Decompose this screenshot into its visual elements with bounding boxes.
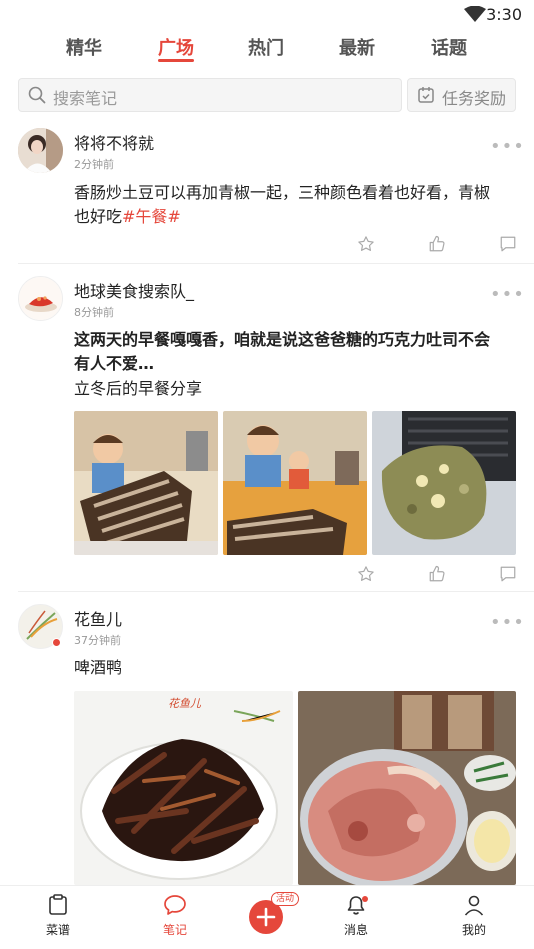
- more-options-icon[interactable]: •••: [490, 136, 525, 157]
- tab-featured[interactable]: 精华: [66, 34, 102, 60]
- star-icon[interactable]: [357, 235, 375, 253]
- notification-dot: [362, 896, 368, 902]
- active-tab-indicator: [158, 59, 194, 62]
- chat-bubble-icon: [164, 895, 186, 915]
- post-actions: [0, 565, 534, 585]
- nav-profile[interactable]: 我的: [444, 894, 504, 938]
- tab-hot[interactable]: 热门: [248, 34, 284, 60]
- photo-watermark: 花鱼儿: [168, 697, 201, 710]
- avatar[interactable]: [18, 276, 63, 321]
- tab-topics[interactable]: 话题: [431, 34, 467, 60]
- search-input[interactable]: 搜索笔记: [18, 78, 402, 112]
- post-photo[interactable]: [223, 411, 367, 555]
- bottom-nav: 菜谱 笔记 活动 消息 我的: [0, 885, 534, 949]
- activity-badge: 活动: [271, 892, 300, 906]
- like-icon[interactable]: [428, 565, 446, 583]
- nav-recipes[interactable]: 菜谱: [28, 894, 88, 938]
- post-time: 37分钟前: [74, 634, 121, 647]
- post-card[interactable]: 将将不将就 2分钟前 ••• 香肠炒土豆可以再加青椒一起，三种颜色看着也好看，青…: [0, 126, 534, 264]
- status-bar: 3:30: [0, 0, 534, 30]
- post-username[interactable]: 地球美食搜索队_: [74, 278, 194, 302]
- task-reward-label: 任务奖励: [442, 89, 507, 108]
- post-photo[interactable]: 花鱼儿: [74, 691, 293, 885]
- tab-square[interactable]: 广场: [158, 34, 194, 60]
- post-actions: [0, 235, 534, 255]
- post-card[interactable]: 花鱼儿 37分钟前 ••• 啤酒鸭 花鱼儿: [0, 592, 534, 885]
- comment-icon[interactable]: [499, 235, 517, 253]
- nav-label: 我的: [461, 923, 486, 937]
- post-time: 2分钟前: [74, 158, 114, 171]
- star-icon[interactable]: [357, 565, 375, 583]
- search-icon: [28, 86, 46, 104]
- post-photo[interactable]: [74, 411, 218, 555]
- post-text: 啤酒鸭: [74, 658, 123, 677]
- post-title: 这两天的早餐嘎嘎香，咱就是说这爸爸糖的巧克力吐司不会有人不爱…: [74, 330, 491, 373]
- status-time: 3:30: [486, 5, 522, 24]
- post-username[interactable]: 花鱼儿: [74, 606, 122, 630]
- clipboard-icon: [49, 894, 67, 915]
- nav-notes[interactable]: 笔记: [145, 894, 205, 938]
- top-tabs: 精华 广场 热门 最新 话题: [0, 32, 534, 66]
- post-text: 香肠炒土豆可以再加青椒一起，三种颜色看着也好看，青椒也好吃#午餐#: [74, 183, 491, 226]
- tab-latest[interactable]: 最新: [339, 34, 375, 60]
- nav-label: 笔记: [162, 923, 187, 937]
- person-icon: [464, 895, 484, 916]
- more-options-icon[interactable]: •••: [490, 284, 525, 305]
- post-text: 立冬后的早餐分享: [74, 379, 203, 398]
- nav-label: 菜谱: [45, 923, 70, 937]
- like-icon[interactable]: [428, 235, 446, 253]
- post-photo[interactable]: [298, 691, 516, 885]
- search-placeholder: 搜索笔记: [53, 89, 118, 108]
- calendar-icon: [418, 87, 434, 103]
- post-tag[interactable]: #午餐#: [122, 207, 181, 226]
- wifi-icon: [464, 6, 486, 22]
- post-photo[interactable]: [372, 411, 516, 555]
- more-options-icon[interactable]: •••: [490, 612, 525, 633]
- post-username[interactable]: 将将不将就: [74, 130, 154, 154]
- task-reward-button[interactable]: 任务奖励: [407, 78, 516, 112]
- avatar-badge: [52, 638, 61, 647]
- avatar[interactable]: [18, 128, 63, 173]
- post-time: 8分钟前: [74, 306, 114, 319]
- nav-messages[interactable]: 消息: [326, 894, 386, 938]
- post-card[interactable]: 地球美食搜索队_ 8分钟前 ••• 这两天的早餐嘎嘎香，咱就是说这爸爸糖的巧克力…: [0, 264, 534, 592]
- nav-label: 消息: [343, 923, 368, 937]
- comment-icon[interactable]: [499, 565, 517, 583]
